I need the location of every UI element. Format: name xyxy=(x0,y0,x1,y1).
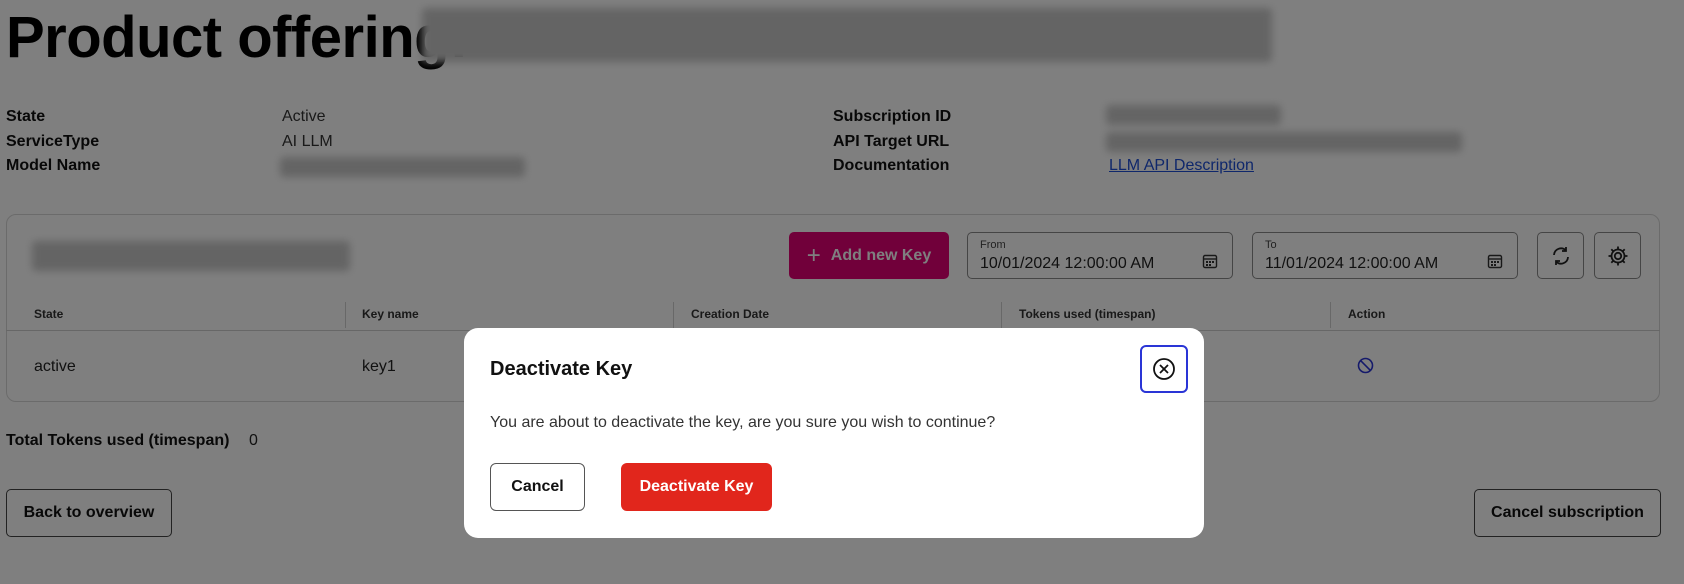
close-circle-icon xyxy=(1153,358,1175,380)
dialog-title: Deactivate Key xyxy=(490,358,633,380)
dialog-message: You are about to deactivate the key, are… xyxy=(490,414,996,431)
dialog-cancel-button[interactable]: Cancel xyxy=(490,463,585,511)
close-dialog-button[interactable] xyxy=(1140,345,1188,393)
deactivate-key-dialog: Deactivate Key You are about to deactiva… xyxy=(464,328,1204,538)
deactivate-key-button[interactable]: Deactivate Key xyxy=(621,463,772,511)
